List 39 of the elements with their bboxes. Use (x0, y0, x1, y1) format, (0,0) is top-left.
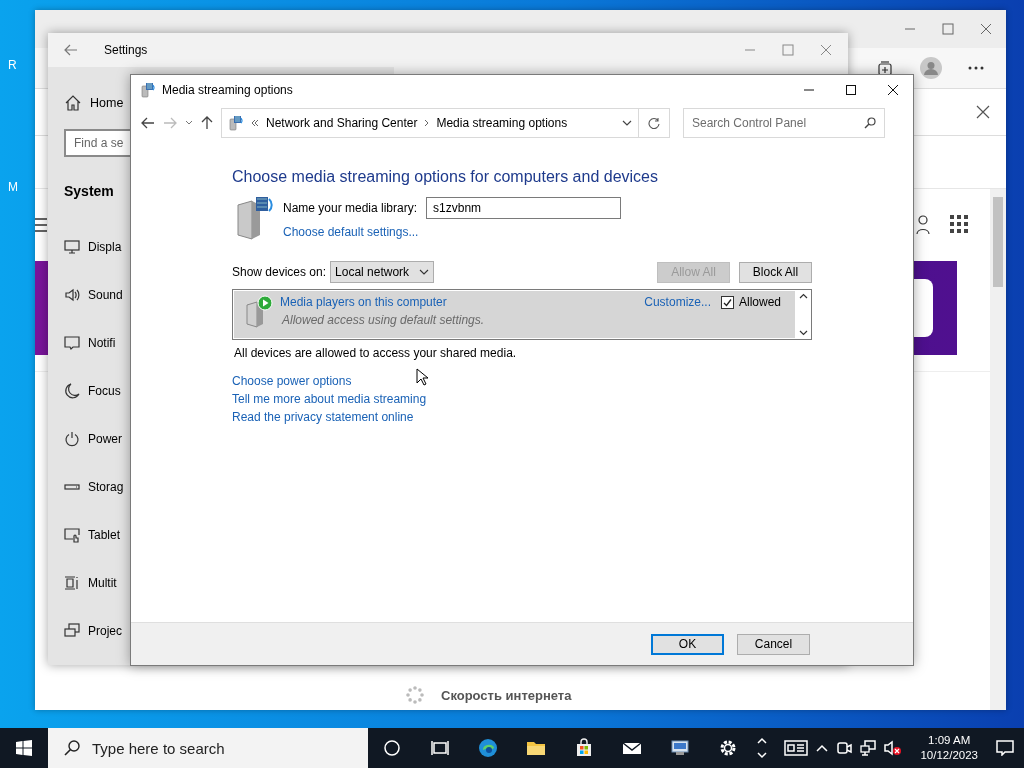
field-label: Show devices on: (232, 265, 327, 279)
sidebar-item[interactable]: Notifi (88, 336, 116, 350)
checkbox-label: Allowed (738, 295, 781, 309)
address-bar[interactable]: Network and Sharing Center Media streaming options (221, 108, 639, 138)
default-settings-link[interactable]: Choose default settings... (283, 225, 622, 239)
summary-text: All devices are allowed to access your shared media. (234, 346, 518, 360)
device-row[interactable]: Media players on this computer Customize... Allowed Allowed access using default settings. (234, 291, 795, 338)
cancel-button[interactable]: Cancel (737, 633, 810, 655)
help-link[interactable]: Choose power options (232, 374, 352, 388)
customize-link[interactable]: Customize... (644, 295, 711, 309)
sidebar-item[interactable]: Projec (88, 624, 122, 638)
page-heading: Choose media streaming options for computers and devices (232, 168, 659, 186)
sidebar-item[interactable]: Power (88, 432, 122, 446)
sidebar-item[interactable]: Storag (88, 480, 124, 494)
sidebar-item[interactable]: Tablet (88, 528, 121, 542)
sidebar-item[interactable]: Multit (88, 576, 117, 590)
search-field[interactable]: Search Control Panel (683, 108, 885, 138)
device-status: Allowed access using default settings. (280, 313, 486, 327)
clock-time[interactable]: 1:09 AM (928, 733, 971, 748)
sidebar-item[interactable]: Home (90, 96, 124, 110)
sidebar-item[interactable]: Sound (88, 288, 123, 302)
window-title: Settings (104, 43, 148, 57)
library-name-field[interactable]: s1zvbnm (426, 197, 622, 219)
sidebar-item[interactable]: Displa (88, 240, 122, 254)
block-all-button[interactable]: Block All (739, 261, 812, 283)
device-name-link[interactable]: Media players on this computer (280, 295, 447, 309)
breadcrumb-item[interactable]: Media streaming options (436, 116, 568, 130)
sidebar-item[interactable]: Focus (88, 384, 121, 398)
speed-test-label: Скорость интернета (441, 687, 572, 703)
clock-date[interactable]: 10/12/2023 (920, 748, 978, 763)
section-title: System (64, 183, 115, 199)
window-title: Media streaming options (162, 83, 293, 97)
ok-button[interactable]: OK (651, 633, 724, 655)
help-link[interactable]: Read the privacy statement online (232, 410, 414, 424)
field-label: Name your media library: (283, 201, 418, 215)
taskbar-search-field[interactable]: Type here to search (48, 728, 368, 768)
breadcrumb-item[interactable]: Network and Sharing Center (266, 116, 418, 130)
network-dropdown[interactable]: Local network (330, 261, 435, 283)
help-link[interactable]: Tell me more about media streaming (232, 392, 427, 406)
